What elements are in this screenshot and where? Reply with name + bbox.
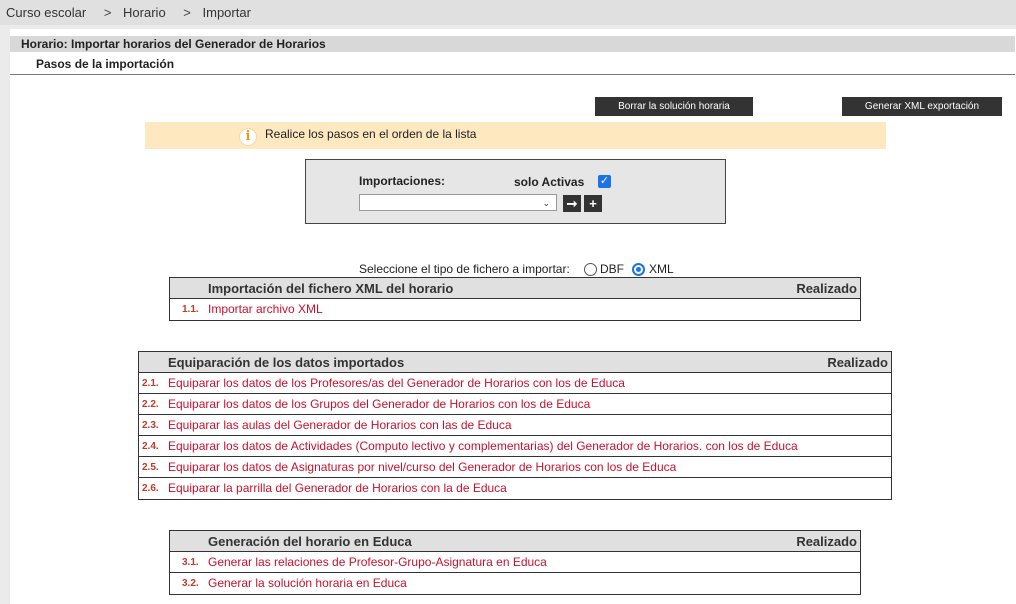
table-generacion: Generación del horario en Educa Realizad… (169, 530, 861, 595)
table-title: Generación del horario en Educa (208, 534, 412, 549)
importaciones-label: Importaciones: (359, 174, 446, 188)
info-message-text: Realice los pasos en el orden de la list… (265, 127, 477, 141)
step-link[interactable]: Equiparar los datos de Actividades (Comp… (168, 436, 798, 457)
info-message-bar: i Realice los pasos en el orden de la li… (145, 122, 886, 149)
breadcrumb-separator: > (183, 5, 191, 20)
breadcrumb-item-horario[interactable]: Horario (123, 5, 166, 20)
table-header: Generación del horario en Educa Realizad… (170, 531, 860, 552)
step-number: 3.2. (182, 578, 199, 589)
table-importacion: Importación del fichero XML del horario … (169, 277, 861, 321)
radio-xml-label: XML (649, 262, 674, 276)
breadcrumb-item-importar: Importar (202, 5, 251, 20)
table-row: 2.5. Equiparar los datos de Asignaturas … (139, 457, 891, 478)
divider (10, 74, 1015, 75)
step-link[interactable]: Equiparar las aulas del Generador de Hor… (168, 415, 512, 436)
step-link[interactable]: Equiparar los datos de los Profesores/as… (168, 373, 625, 394)
generar-xml-button[interactable]: Generar XML exportación (842, 97, 1002, 116)
step-link[interactable]: Equiparar los datos de los Grupos del Ge… (168, 394, 590, 415)
add-button[interactable]: + (584, 195, 602, 212)
table-row: 2.6. Equiparar la parrilla del Generador… (139, 478, 891, 499)
table-row: 1.1. Importar archivo XML (170, 299, 860, 320)
step-link[interactable]: Equiparar la parrilla del Generador de H… (168, 478, 507, 499)
table-header: Importación del fichero XML del horario … (170, 278, 860, 299)
step-number: 2.5. (142, 462, 159, 473)
table-row: 2.2. Equiparar los datos de los Grupos d… (139, 394, 891, 415)
solo-activas-label: solo Activas (514, 175, 585, 189)
solo-activas-checkbox[interactable]: ✓ (598, 175, 611, 188)
step-link[interactable]: Equiparar los datos de Asignaturas por n… (168, 457, 676, 478)
table-title: Importación del fichero XML del horario (208, 281, 454, 296)
importaciones-select[interactable]: ⌄ (359, 194, 557, 211)
table-equiparacion: Equiparación de los datos importados Rea… (138, 351, 892, 500)
table-header: Equiparación de los datos importados Rea… (139, 352, 891, 373)
step-number: 2.6. (142, 483, 159, 494)
breadcrumb-separator: > (103, 5, 112, 20)
breadcrumb-item-curso[interactable]: Curso escolar (6, 5, 86, 20)
radio-dbf-label: DBF (600, 262, 624, 276)
table-done-header: Realizado (796, 534, 857, 549)
step-link[interactable]: Generar la solución horaria en Educa (208, 573, 407, 594)
table-row: 3.2. Generar la solución horaria en Educ… (170, 573, 860, 594)
table-row: 2.4. Equiparar los datos de Actividades … (139, 436, 891, 457)
radio-dbf[interactable] (584, 263, 597, 276)
table-row: 3.1. Generar las relaciones de Profesor-… (170, 552, 860, 573)
info-icon: i (239, 128, 257, 146)
step-number: 3.1. (182, 557, 199, 568)
step-number: 2.4. (142, 441, 159, 452)
step-number: 1.1. (182, 304, 199, 315)
go-arrow-button[interactable]: ➞ (563, 195, 581, 212)
step-link[interactable]: Generar las relaciones de Profesor-Grupo… (208, 552, 547, 573)
table-title: Equiparación de los datos importados (168, 355, 405, 370)
page-title: Horario: Importar horarios del Generador… (10, 36, 1015, 52)
chevron-down-icon: ⌄ (542, 198, 550, 208)
borrar-solucion-button[interactable]: Borrar la solución horaria (595, 97, 753, 116)
radio-xml[interactable] (632, 263, 645, 276)
step-number: 2.3. (142, 420, 159, 431)
importaciones-panel: Importaciones: solo Activas ✓ ⌄ ➞ + (305, 159, 726, 224)
step-link[interactable]: Importar archivo XML (208, 299, 323, 320)
table-row: 2.1. Equiparar los datos de los Profesor… (139, 373, 891, 394)
step-number: 2.2. (142, 399, 159, 410)
filetype-prompt: Seleccione el tipo de fichero a importar… (359, 262, 570, 276)
step-number: 2.1. (142, 378, 159, 389)
table-done-header: Realizado (827, 355, 888, 370)
section-title: Pasos de la importación (36, 57, 175, 71)
table-row: 2.3. Equiparar las aulas del Generador d… (139, 415, 891, 436)
table-done-header: Realizado (796, 281, 857, 296)
breadcrumb: Curso escolar > Horario > Importar (0, 0, 1016, 25)
